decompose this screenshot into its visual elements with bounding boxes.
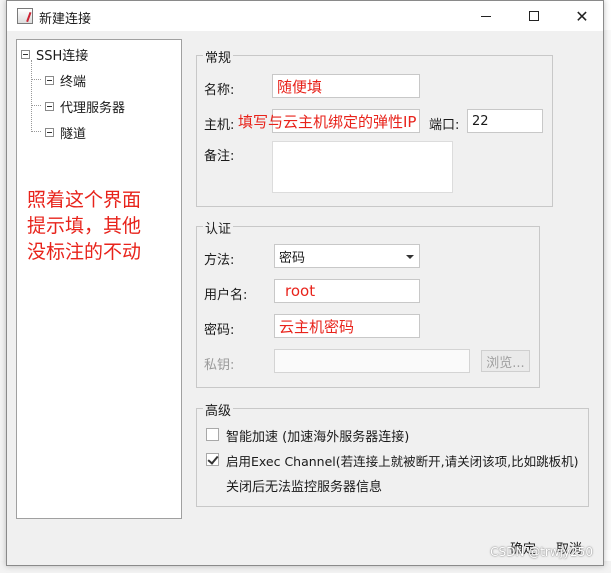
app-icon [17, 8, 33, 24]
group-title: 常规 [203, 47, 234, 66]
host-label: 主机: [204, 118, 235, 133]
method-value: 密码 [279, 250, 306, 266]
tree-item-label: 代理服务器 [60, 100, 126, 116]
name-input[interactable]: 随便填 [272, 74, 420, 98]
title-bar: 新建连接 ✕ [7, 1, 603, 31]
tree-item-proxy[interactable]: 代理服务器 [45, 96, 125, 116]
password-label: 密码: [204, 323, 235, 338]
username-input[interactable]: root [274, 279, 420, 303]
new-connection-dialog: 新建连接 ✕ SSH连接 终端 代理服务器 隧道 照着这个界面 提示填，其他 没… [6, 0, 604, 566]
username-label: 用户名: [204, 288, 248, 303]
tree-item-label: SSH连接 [36, 48, 89, 64]
collapse-icon[interactable] [45, 101, 54, 111]
exec-channel-label: 启用Exec Channel(若连接上就被断开,请关闭该项,比如跳板机) [226, 454, 579, 469]
close-button[interactable]: ✕ [559, 1, 605, 31]
smart-accel-label: 智能加速 (加速海外服务器连接) [226, 430, 410, 445]
port-input[interactable]: 22 [467, 109, 543, 133]
name-label: 名称: [204, 83, 235, 98]
watermark: CSDN @trwjy250 [490, 545, 593, 559]
maximize-button[interactable] [511, 1, 557, 31]
exec-channel-note: 关闭后无法监控服务器信息 [226, 480, 383, 495]
tree-item-ssh[interactable]: SSH连接 [21, 44, 88, 64]
remark-label: 备注: [204, 149, 235, 164]
tree-item-label: 终端 [60, 74, 87, 90]
tree-item-tunnel[interactable]: 隧道 [45, 122, 86, 142]
annotation-line: 没标注的不动 [27, 241, 142, 263]
port-label: 端口: [429, 118, 460, 133]
browse-button[interactable]: 浏览... [481, 350, 530, 372]
tree-item-terminal[interactable]: 终端 [45, 70, 86, 90]
annotation-line: 提示填，其他 [27, 215, 142, 237]
annotation-line: 照着这个界面 [27, 189, 142, 211]
maximize-icon [529, 11, 539, 21]
tree-item-label: 隧道 [60, 126, 87, 142]
exec-channel-checkbox[interactable] [206, 453, 219, 466]
host-value: 填写与云主机绑定的弹性IP [238, 113, 417, 131]
private-key-label: 私钥: [204, 358, 235, 373]
settings-tree: SSH连接 终端 代理服务器 隧道 [16, 39, 182, 519]
collapse-icon[interactable] [21, 49, 30, 59]
method-select[interactable]: 密码 [274, 244, 420, 268]
group-title: 高级 [203, 400, 234, 419]
private-key-input[interactable] [274, 349, 470, 373]
close-icon: ✕ [575, 6, 589, 26]
annotation-note: 照着这个界面 提示填，其他 没标注的不动 [27, 187, 177, 265]
collapse-icon[interactable] [45, 75, 54, 85]
method-label: 方法: [204, 253, 235, 268]
minimize-button[interactable] [463, 1, 509, 31]
remark-textarea[interactable] [272, 141, 453, 193]
collapse-icon[interactable] [45, 127, 54, 137]
smart-accel-checkbox[interactable] [206, 428, 219, 441]
minimize-icon [481, 15, 491, 17]
group-title: 认证 [203, 218, 234, 237]
window-title: 新建连接 [39, 12, 92, 27]
chevron-down-icon [406, 255, 414, 259]
password-input[interactable]: 云主机密码 [274, 314, 420, 338]
